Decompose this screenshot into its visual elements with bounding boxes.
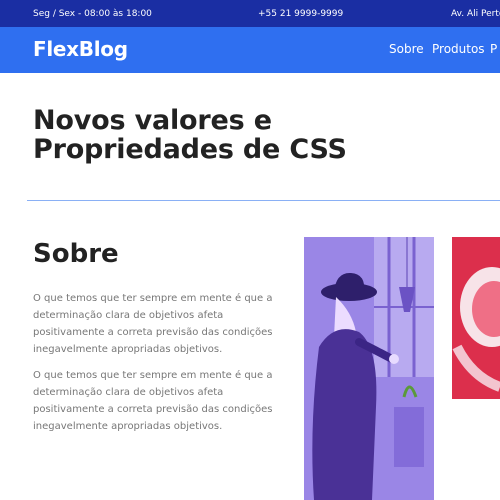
section-divider — [27, 200, 500, 201]
photo-woman-purple — [304, 237, 434, 500]
top-info-bar: Seg / Sex - 08:00 às 18:00 +55 21 9999-9… — [0, 0, 500, 27]
main-navbar: FlexBlog Sobre Produtos P — [0, 27, 500, 73]
photo-red — [452, 237, 500, 399]
about-title: Sobre — [33, 239, 119, 269]
nav-link-sobre[interactable]: Sobre — [389, 42, 424, 56]
photo-red-illustration — [452, 237, 500, 399]
about-paragraph: O que temos que ter sempre em mente é qu… — [33, 293, 273, 355]
site-logo[interactable]: FlexBlog — [33, 37, 128, 61]
opening-hours: Seg / Sex - 08:00 às 18:00 — [33, 9, 152, 19]
hero-title: Novos valores e Propriedades de CSS — [33, 105, 347, 165]
photo-woman-illustration — [304, 237, 434, 500]
nav-link-produtos[interactable]: Produtos — [432, 42, 485, 56]
phone-number[interactable]: +55 21 9999-9999 — [258, 9, 343, 19]
address: Av. Ali Perto — [451, 9, 500, 19]
about-paragraph: O que temos que ter sempre em mente é qu… — [33, 370, 273, 432]
nav-link-more[interactable]: P — [490, 42, 497, 56]
